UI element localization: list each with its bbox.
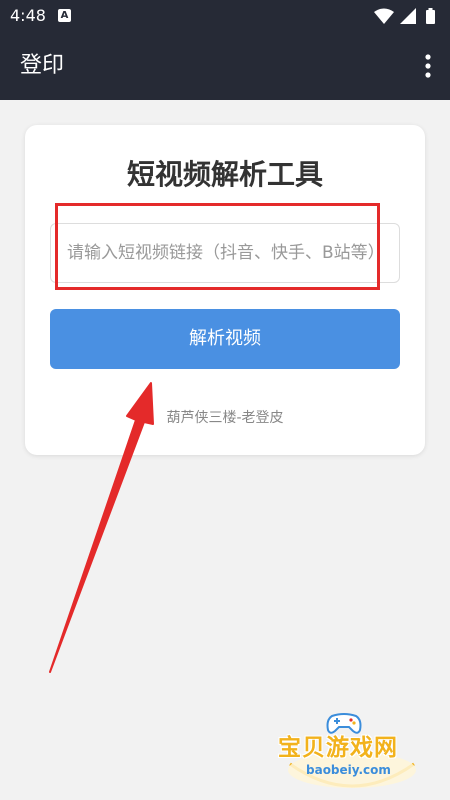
footer-credit: 葫芦侠三楼-老登皮	[166, 410, 284, 426]
battery-icon	[426, 8, 435, 24]
status-icons	[372, 7, 442, 25]
notification-a-icon: A	[58, 9, 71, 22]
parse-video-button[interactable]: 解析视频	[50, 309, 400, 369]
watermark-logo: 宝贝游戏网 baobeiy.com	[272, 708, 432, 800]
app-title: 登印	[20, 53, 65, 78]
more-vert-icon[interactable]	[420, 52, 436, 80]
app-bar: 登印	[0, 32, 450, 100]
status-time: 4:48	[10, 6, 46, 25]
signal-icon	[400, 8, 416, 24]
card-title: 短视频解析工具	[126, 158, 323, 191]
status-bar: 4:48 A	[0, 0, 450, 32]
parser-card: 短视频解析工具 解析视频 葫芦侠三楼-老登皮	[25, 125, 425, 455]
watermark-brand: 宝贝游戏网	[278, 735, 398, 761]
wifi-icon	[374, 8, 394, 24]
video-url-input[interactable]	[50, 223, 400, 283]
watermark-url: baobeiy.com	[306, 763, 391, 777]
